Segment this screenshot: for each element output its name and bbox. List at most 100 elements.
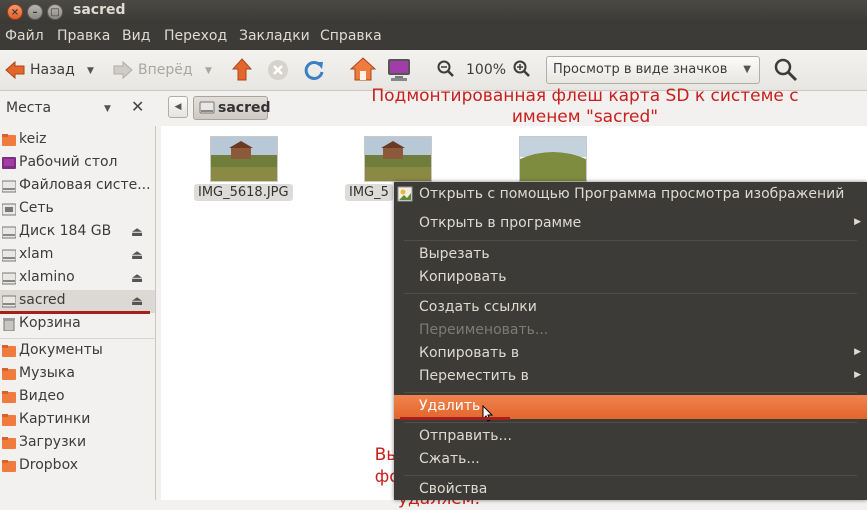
sidebar-item-trash[interactable]: Корзина [0, 313, 155, 336]
menu-separator [404, 240, 857, 241]
submenu-arrow-icon: ▶ [854, 347, 861, 357]
downloads-folder-icon [2, 437, 16, 449]
menu-item-properties[interactable]: Свойства [394, 478, 867, 500]
photo-thumbnail-image [211, 137, 277, 181]
sidebar-item-sacred[interactable]: sacred ⏏ [0, 290, 155, 313]
menu-item-send[interactable]: Отправить... [394, 425, 867, 449]
maximize-window-button[interactable]: □ [47, 4, 63, 20]
sidebar-item-pictures[interactable]: Картинки [0, 409, 155, 432]
menu-bookmarks[interactable]: Закладки [239, 28, 310, 44]
submenu-arrow-icon: ▶ [854, 370, 861, 380]
sidebar-mode-chevron-icon[interactable]: ▼ [104, 104, 111, 114]
eject-icon[interactable]: ⏏ [131, 294, 143, 309]
menu-separator [404, 392, 857, 393]
forward-history-chevron-icon[interactable]: ▼ [205, 66, 212, 76]
reload-button[interactable] [303, 59, 325, 85]
sidebar-item-documents[interactable]: Документы [0, 340, 155, 363]
file-thumbnail[interactable] [364, 136, 432, 182]
music-folder-icon [2, 368, 16, 380]
file-name-label[interactable]: IMG_5618.JPG [194, 184, 293, 201]
sidebar-item-desktop[interactable]: Рабочий стол [0, 152, 155, 175]
menu-view[interactable]: Вид [122, 28, 150, 44]
sidebar-item-videos[interactable]: Видео [0, 386, 155, 409]
title-bar: × – □ sacred [0, 0, 867, 24]
menu-item-move-to[interactable]: Переместить в ▶ [394, 365, 867, 389]
menu-item-label: Удалить [419, 398, 481, 414]
menu-item-open-with-image-viewer[interactable]: Открыть с помощью Программа просмотра из… [394, 183, 867, 207]
menu-help[interactable]: Справка [320, 28, 382, 44]
menu-item-cut[interactable]: Вырезать [394, 243, 867, 267]
sidebar-item-label: keiz [19, 131, 47, 147]
pictures-folder-icon [2, 414, 16, 426]
sd-card-drive-icon [2, 295, 16, 308]
stop-icon [268, 60, 288, 80]
chevron-down-icon: ▼ [743, 64, 751, 75]
zoom-in-button[interactable] [513, 60, 531, 82]
file-thumbnail[interactable] [210, 136, 278, 182]
toolbar: Назад ▼ Вперёд ▼ 100% Просмотр в виде зн… [0, 50, 867, 91]
network-folder-icon [2, 203, 16, 216]
sidebar-item-keiz[interactable]: keiz [0, 129, 155, 152]
menu-file[interactable]: Файл [5, 28, 44, 44]
eject-icon[interactable]: ⏏ [131, 225, 143, 240]
menu-item-delete[interactable]: Удалить [394, 395, 867, 422]
photo-thumbnail-image [520, 137, 586, 181]
sidebar-item-downloads[interactable]: Загрузки [0, 432, 155, 455]
menu-item-copy-to[interactable]: Копировать в ▶ [394, 342, 867, 366]
search-icon [774, 58, 798, 82]
zoom-out-button[interactable] [437, 60, 455, 82]
menu-go[interactable]: Переход [164, 28, 227, 44]
computer-icon [388, 59, 410, 81]
menu-item-copy[interactable]: Копировать [394, 266, 867, 290]
menu-item-label: Открыть с помощью Программа просмотра из… [419, 186, 845, 202]
menu-item-compress[interactable]: Сжать... [394, 448, 867, 472]
view-mode-value: Просмотр в виде значков [553, 62, 728, 77]
sidebar-item-label: Музыка [19, 365, 75, 381]
breadcrumb-sacred[interactable]: sacred [193, 96, 271, 120]
back-label[interactable]: Назад [30, 62, 75, 78]
view-mode-select[interactable]: Просмотр в виде значков ▼ [546, 56, 760, 84]
sidebar-item-label: Видео [19, 388, 65, 404]
sidebar-item-network[interactable]: Сеть [0, 198, 155, 221]
drive-icon [199, 101, 215, 114]
menu-item-create-links[interactable]: Создать ссылки [394, 296, 867, 320]
stop-button[interactable] [267, 59, 289, 85]
eject-icon[interactable]: ⏏ [131, 248, 143, 263]
eject-icon[interactable]: ⏏ [131, 271, 143, 286]
zoom-in-icon [513, 60, 530, 77]
file-thumbnail[interactable] [519, 136, 587, 182]
sidebar: keiz Рабочий стол Файловая систе... Сеть… [0, 126, 156, 500]
sidebar-item-disk-184gb[interactable]: Диск 184 GB ⏏ [0, 221, 155, 244]
menu-item-open-with-program[interactable]: Открыть в программе ▶ [394, 212, 867, 236]
drive-icon [2, 180, 16, 193]
sidebar-item-label: Документы [19, 342, 103, 358]
back-button[interactable] [4, 60, 26, 84]
close-sidebar-icon[interactable]: ✕ [131, 97, 144, 116]
breadcrumb-label: sacred [218, 100, 271, 116]
close-window-button[interactable]: × [7, 4, 23, 20]
menu-edit[interactable]: Правка [57, 28, 110, 44]
back-history-chevron-icon[interactable]: ▼ [87, 66, 94, 76]
menu-item-label: Вырезать [419, 246, 490, 262]
file-name-label[interactable]: IMG_5 [345, 184, 393, 201]
desktop-icon [2, 157, 16, 169]
sidebar-item-label: Загрузки [19, 434, 87, 450]
up-button[interactable] [231, 58, 253, 86]
home-button[interactable] [349, 57, 377, 85]
search-button[interactable] [774, 58, 798, 86]
location-back-button[interactable]: ◀ [168, 96, 188, 118]
sidebar-item-label: Файловая систе... [19, 177, 151, 193]
menu-item-label: Отправить... [419, 428, 512, 444]
forward-label[interactable]: Вперёд [138, 62, 193, 78]
sidebar-item-xlam[interactable]: xlam ⏏ [0, 244, 155, 267]
forward-button[interactable] [112, 60, 134, 84]
sidebar-item-dropbox[interactable]: Dropbox [0, 455, 155, 478]
sidebar-item-filesystem[interactable]: Файловая систе... [0, 175, 155, 198]
minimize-window-button[interactable]: – [27, 4, 43, 20]
sidebar-title[interactable]: Места [6, 100, 51, 116]
computer-button[interactable] [386, 58, 412, 86]
sidebar-item-xlamino[interactable]: xlamino ⏏ [0, 267, 155, 290]
annotation-line: именем "sacred" [511, 107, 659, 127]
sidebar-item-music[interactable]: Музыка [0, 363, 155, 386]
sidebar-divider [0, 338, 155, 339]
